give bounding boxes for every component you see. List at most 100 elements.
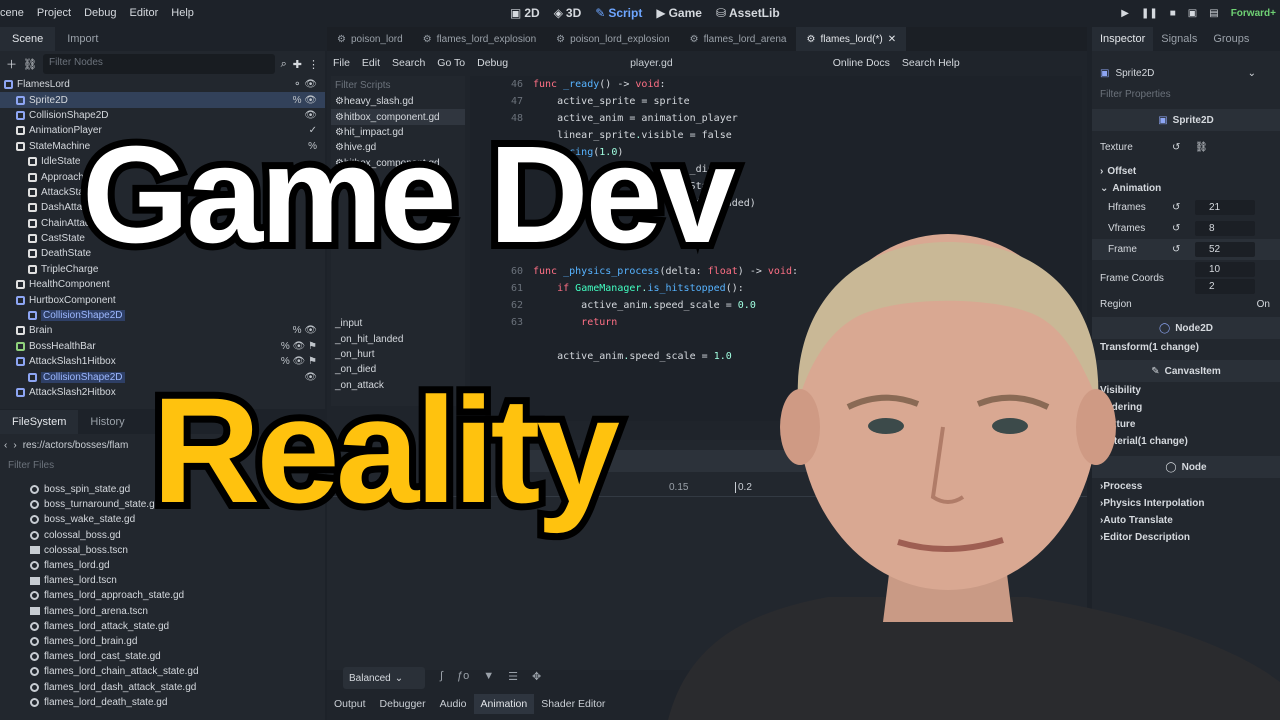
tab-groups[interactable]: Groups [1205,27,1257,51]
close-icon[interactable]: ✕ [888,34,896,45]
file-item[interactable]: colossal_boss.tscn [0,543,325,558]
node-status-icons[interactable]: % 👁 [293,95,325,106]
file-item[interactable]: flames_lord_attack_state.gd [0,619,325,634]
tab-import[interactable]: Import [55,27,110,51]
menu-cene[interactable]: cene [0,7,24,19]
file-item[interactable]: flames_lord_approach_state.gd [0,588,325,603]
method-list-item[interactable]: _on_hurt [331,347,465,362]
file-item[interactable]: flames_lord_arena.tscn [0,604,325,619]
file-item[interactable]: flames_lord_brain.gd [0,634,325,649]
snap-mode-select[interactable]: Balanced ⌄ [343,667,425,689]
left-eye [868,418,904,434]
group-animation[interactable]: ⌄ Animation [1092,180,1280,197]
group-offset[interactable]: › Offset [1092,163,1280,180]
line-number: 63 [510,317,523,328]
link-icon[interactable]: ⛓ [1195,142,1208,153]
bottom-tab-shader-editor[interactable]: Shader Editor [534,694,612,714]
menu-editor[interactable]: Editor [130,7,159,19]
bottom-tab-animation[interactable]: Animation [473,694,535,714]
mode-3d-button[interactable]: ◈ 3D [554,6,582,20]
file-item[interactable]: flames_lord_death_state.gd [0,695,325,710]
pause-icon[interactable]: ❚❚ [1141,8,1158,19]
file-name: flames_lord_cast_state.gd [44,651,161,663]
method-list-item[interactable]: _input [331,316,465,331]
scene-tree-node[interactable]: CollisionShape2D [0,308,325,323]
script-tab[interactable]: ⚙ flames_lord_explosion [413,27,546,51]
mode-2d-button[interactable]: ▣ 2D [510,6,540,20]
file-item[interactable]: flames_lord.gd [0,558,325,573]
mode-label: 3D [565,6,582,20]
back-icon[interactable]: ‹ [4,440,7,451]
renderer-select[interactable]: Forward+ [1231,8,1276,19]
menu-edit[interactable]: Edit [356,57,386,69]
menu-goto[interactable]: Go To [431,57,471,69]
object-selector[interactable]: ▣ Sprite2D ⌄ [1092,63,1280,83]
script-tab[interactable]: ⚙ poison_lord_explosion [546,27,680,51]
menu-debug[interactable]: Debug [84,7,116,19]
file-item[interactable]: flames_lord.tscn [0,573,325,588]
search-help-link[interactable]: Search Help [902,57,960,69]
play-scene-icon[interactable]: ▣ [1188,8,1197,19]
menu-project[interactable]: Project [37,7,71,19]
bottom-tab-audio[interactable]: Audio [433,694,474,714]
node-status-icons[interactable]: % 👁 [293,325,325,336]
mode-game-button[interactable]: ▶ Game [656,6,702,20]
node-status-icons[interactable]: % 👁 ⚑ [281,341,325,352]
script-tab[interactable]: ⚙ poison_lord [327,27,413,51]
file-name: flames_lord_death_state.gd [44,696,168,708]
code-line[interactable]: 47 active_sprite = sprite [470,93,1082,110]
filter-properties-input[interactable]: Filter Properties [1092,83,1280,105]
prop-texture[interactable]: Texture ↺ ⛓ [1092,131,1280,163]
gear-icon [30,530,39,540]
movie-icon[interactable]: ▤ [1209,8,1218,19]
file-name: flames_lord_arena.tscn [44,605,148,617]
file-item[interactable]: flames_lord_cast_state.gd [0,649,325,664]
script-tab[interactable]: ⚙ flames_lord_arena [680,27,797,51]
revert-icon[interactable]: ↺ [1172,142,1180,153]
script-tab[interactable]: ⚙ flames_lord(*) ✕ [796,27,907,51]
script-add-icon[interactable]: ✚ [293,58,302,71]
file-item[interactable]: flames_lord_dash_attack_state.gd [0,679,325,694]
stop-icon[interactable]: ■ [1170,8,1176,19]
scene-tree-node[interactable]: FlamesLord ⚬ 👁 [0,77,325,92]
file-name: colossal_boss.gd [44,529,121,541]
forward-icon[interactable]: › [13,440,16,451]
file-item[interactable]: flames_lord_chain_attack_state.gd [0,664,325,679]
scene-tree-node[interactable]: Sprite2D % 👁 [0,92,325,108]
online-docs-link[interactable]: Online Docs [833,57,890,69]
fs-path-field[interactable]: res://actors/bosses/flam [23,440,129,451]
link-icon[interactable]: ⛓ [23,58,37,71]
script-list-item[interactable]: ⚙ heavy_slash.gd [331,94,465,109]
mode-script-button[interactable]: ✎ Script [595,6,642,20]
list-icon[interactable]: ☰ [508,670,518,683]
filter-scripts-input[interactable]: Filter Scripts [331,76,465,94]
method-list-item[interactable]: _on_hit_landed [331,331,465,346]
more-icon[interactable]: ⋮ [308,58,319,71]
filter-nodes-input[interactable]: Filter Nodes [42,54,275,74]
menu-file[interactable]: File [327,57,356,69]
scene-tree-node[interactable]: HurtboxComponent [0,292,325,307]
bottom-tab-debugger[interactable]: Debugger [373,694,433,714]
menu-debug[interactable]: Debug [471,57,514,69]
code-line[interactable]: 46 func _ready() -> void: [470,76,1082,93]
fn-icon[interactable]: ƒo [457,670,469,683]
tab-history[interactable]: History [78,410,136,434]
node-status-icons[interactable]: ⚬ 👁 [293,79,325,90]
add-node-icon[interactable]: ＋ [6,56,17,72]
menu-help[interactable]: Help [171,7,194,19]
curve-icon[interactable]: ∫ [440,670,443,683]
scene-tree-node[interactable]: Brain % 👁 [0,323,325,338]
tab-inspector[interactable]: Inspector [1092,27,1154,51]
tab-scene[interactable]: Scene [0,27,56,51]
line-number: 47 [510,96,523,107]
bottom-tab-output[interactable]: Output [327,694,373,714]
tools-icon[interactable]: ✥ [532,670,541,683]
play-icon[interactable]: ▶ [1121,8,1129,19]
scene-tree-node[interactable]: BossHealthBar % 👁 ⚑ [0,339,325,354]
menu-search[interactable]: Search [386,57,431,69]
mode-assetlib-button[interactable]: ⛁ AssetLib [716,6,780,20]
tab-signals[interactable]: Signals [1153,27,1205,51]
tab-filesystem[interactable]: FileSystem [0,410,79,434]
filter-icon[interactable]: ▼ [483,670,494,683]
scene-tree-node[interactable]: HealthComponent [0,277,325,292]
